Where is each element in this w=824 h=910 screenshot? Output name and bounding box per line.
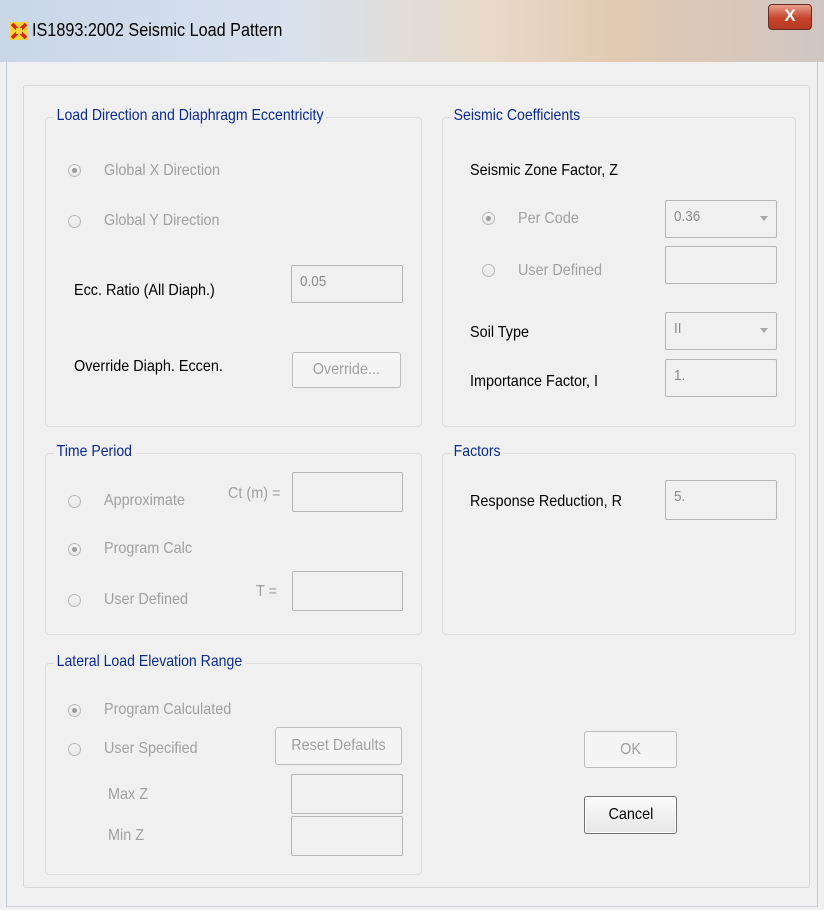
ok-button-label: OK xyxy=(620,741,641,758)
title-bar[interactable]: IS1893:2002 Seismic Load Pattern X xyxy=(0,0,824,62)
user-defined-zone-field[interactable] xyxy=(665,246,777,284)
global-y-radio[interactable] xyxy=(68,215,81,228)
importance-factor-label: Importance Factor, I xyxy=(470,373,599,390)
chevron-down-icon xyxy=(760,216,768,221)
t-label: T = xyxy=(256,583,277,600)
elevation-range-legend: Lateral Load Elevation Range xyxy=(54,653,245,671)
user-defined-period-radio[interactable] xyxy=(68,594,81,607)
time-period-legend: Time Period xyxy=(54,443,135,461)
max-z-label: Max Z xyxy=(108,786,149,803)
program-calc-label: Program Calc xyxy=(104,540,193,557)
per-code-label: Per Code xyxy=(518,210,579,227)
soil-type-value: II xyxy=(674,320,682,337)
program-calculated-label: Program Calculated xyxy=(104,701,232,718)
t-field[interactable] xyxy=(292,571,403,611)
importance-factor-field[interactable]: 1. xyxy=(665,359,777,397)
load-direction-legend: Load Direction and Diaphragm Eccentricit… xyxy=(54,107,327,125)
override-button[interactable]: Override... xyxy=(292,352,401,388)
zone-factor-value: 0.36 xyxy=(674,208,701,225)
soil-type-combo[interactable]: II xyxy=(665,312,777,350)
override-button-label: Override... xyxy=(312,361,381,378)
cancel-button-label: Cancel xyxy=(608,806,653,823)
global-x-label: Global X Direction xyxy=(104,162,221,179)
approximate-label: Approximate xyxy=(104,492,185,509)
user-specified-label: User Specified xyxy=(104,740,198,757)
window-title: IS1893:2002 Seismic Load Pattern xyxy=(32,20,283,40)
user-defined-period-label: User Defined xyxy=(104,591,189,608)
ecc-ratio-value: 0.05 xyxy=(300,273,327,290)
cancel-button[interactable]: Cancel xyxy=(584,796,677,834)
importance-factor-value: 1. xyxy=(674,367,686,384)
global-x-radio[interactable] xyxy=(68,164,81,177)
app-icon xyxy=(10,22,28,40)
program-calculated-radio[interactable] xyxy=(68,704,81,717)
approximate-radio[interactable] xyxy=(68,495,81,508)
close-button[interactable]: X xyxy=(768,4,812,30)
min-z-label: Min Z xyxy=(108,827,144,844)
zone-factor-combo[interactable]: 0.36 xyxy=(665,200,777,238)
program-calc-radio[interactable] xyxy=(68,543,81,556)
override-label: Override Diaph. Eccen. xyxy=(74,358,223,375)
reset-defaults-label: Reset Defaults xyxy=(291,737,386,754)
min-z-field[interactable] xyxy=(291,816,403,856)
dialog-window: IS1893:2002 Seismic Load Pattern X Load … xyxy=(0,0,824,910)
ok-button[interactable]: OK xyxy=(584,731,677,768)
ecc-ratio-label: Ecc. Ratio (All Diaph.) xyxy=(74,282,215,299)
close-icon: X xyxy=(784,6,796,25)
factors-legend: Factors xyxy=(451,443,504,461)
seismic-coefficients-legend: Seismic Coefficients xyxy=(451,107,583,125)
max-z-field[interactable] xyxy=(291,774,403,814)
per-code-radio[interactable] xyxy=(482,212,495,225)
ct-field[interactable] xyxy=(292,472,403,512)
user-defined-zone-radio[interactable] xyxy=(482,264,495,277)
ct-label: Ct (m) = xyxy=(228,485,281,502)
response-reduction-value: 5. xyxy=(674,488,686,505)
user-defined-zone-label: User Defined xyxy=(518,262,603,279)
global-y-label: Global Y Direction xyxy=(104,212,220,229)
zone-factor-label: Seismic Zone Factor, Z xyxy=(470,162,619,179)
soil-type-label: Soil Type xyxy=(470,324,529,341)
response-reduction-field[interactable]: 5. xyxy=(665,480,777,520)
ecc-ratio-field[interactable]: 0.05 xyxy=(291,265,403,303)
chevron-down-icon xyxy=(760,328,768,333)
user-specified-radio[interactable] xyxy=(68,743,81,756)
response-reduction-label: Response Reduction, R xyxy=(470,493,623,510)
reset-defaults-button[interactable]: Reset Defaults xyxy=(275,727,402,765)
